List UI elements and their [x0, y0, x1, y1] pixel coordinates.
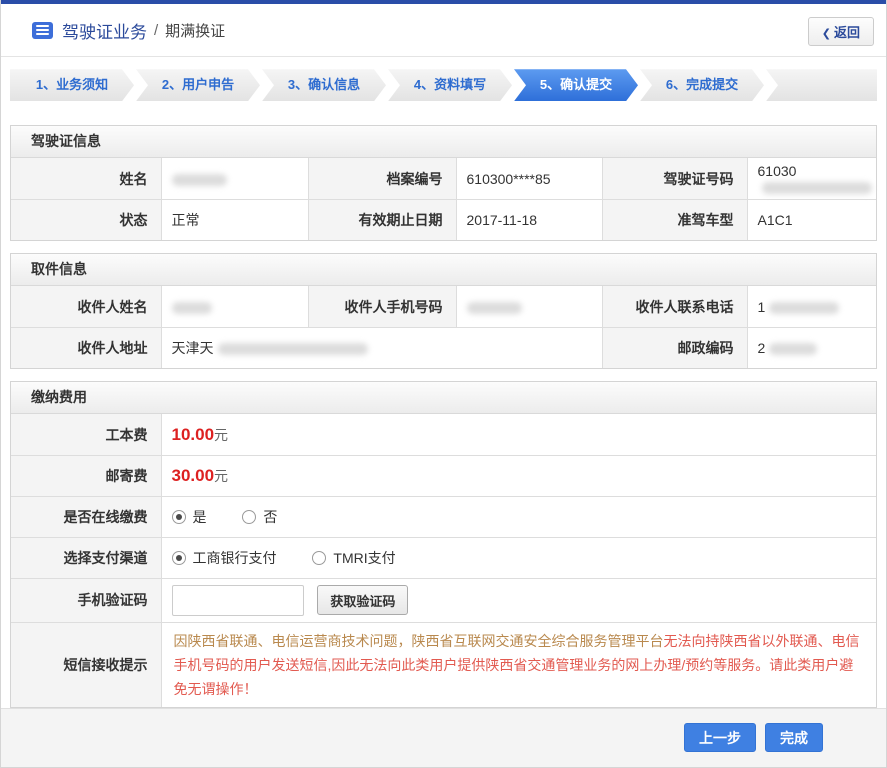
table-row: 工本费 10.00元: [11, 414, 876, 456]
fees-section: 缴纳费用 工本费 10.00元 邮寄费 30.00元 是否在线缴费 是 否 选择…: [10, 381, 877, 708]
table-row: 姓名 档案编号 610300****85 驾驶证号码 61030: [11, 158, 876, 200]
sms-notice-label: 短信接收提示: [11, 621, 161, 707]
recipient-address-label: 收件人地址: [11, 326, 161, 369]
recipient-mobile-value: [455, 286, 602, 328]
vehicle-class-value: A1C1: [746, 198, 876, 241]
table-row: 手机验证码 获取验证码: [11, 577, 876, 623]
radio-selected-icon[interactable]: [171, 550, 186, 565]
valid-until-label: 有效期止日期: [307, 198, 456, 241]
file-no-label: 档案编号: [307, 158, 456, 200]
table-row: 选择支付渠道 工商银行支付 TMRI支付: [11, 536, 876, 579]
production-fee-amount: 10.00: [171, 424, 215, 444]
step-2-user-declaration: 2、用户申告: [136, 69, 260, 101]
pickup-info-section: 取件信息 收件人姓名 收件人手机号码 收件人联系电话 1 收件人地址 天津天 邮…: [10, 253, 877, 370]
table-row: 收件人地址 天津天 邮政编码 2: [11, 326, 876, 369]
pickup-info-section-title: 取件信息: [11, 254, 876, 287]
recipient-phone-value: 1: [746, 286, 876, 328]
radio-unselected-icon[interactable]: [312, 550, 327, 565]
payment-channel-label: 选择支付渠道: [11, 536, 161, 579]
redacted-value: [761, 181, 872, 194]
breadcrumb-current: 期满换证: [165, 22, 226, 40]
valid-until-value: 2017-11-18: [455, 198, 602, 241]
step-6-complete-submit: 6、完成提交: [640, 69, 764, 101]
pickup-info-table: 收件人姓名 收件人手机号码 收件人联系电话 1 收件人地址 天津天 邮政编码 2: [11, 286, 876, 369]
redacted-value: [466, 301, 522, 314]
step-4-fill-data: 4、资料填写: [388, 69, 512, 101]
sms-notice-text-part1: 因陕西省联通、电信运营商技术问题，陕西省互联网交通安全综合服务管理平台: [173, 632, 664, 649]
back-button-label: 返回: [833, 24, 860, 40]
sms-notice-text: 因陕西省联通、电信运营商技术问题，陕西省互联网交通安全综合服务管理平台无法向持陕…: [160, 621, 876, 707]
name-value: [160, 158, 308, 200]
online-payment-options: 是 否: [160, 495, 876, 538]
license-no-value: 61030: [746, 158, 876, 200]
radio-option-yes[interactable]: 是: [171, 509, 207, 525]
license-info-section: 驾驶证信息 姓名 档案编号 610300****85 驾驶证号码 61030 状…: [10, 125, 877, 242]
previous-step-button[interactable]: 上一步: [684, 723, 756, 753]
redacted-value: [171, 301, 212, 314]
table-row: 状态 正常 有效期止日期 2017-11-18 准驾车型 A1C1: [11, 198, 876, 241]
radio-option-no[interactable]: 否: [242, 509, 277, 525]
redacted-value: [769, 301, 840, 314]
sms-code-cell: 获取验证码: [160, 577, 876, 623]
production-fee-unit: 元: [214, 426, 229, 443]
license-no-label: 驾驶证号码: [601, 158, 747, 200]
footer-action-bar: 上一步 完成: [1, 707, 886, 767]
license-info-section-title: 驾驶证信息: [11, 126, 876, 159]
postage-fee-unit: 元: [214, 467, 229, 484]
radio-unselected-icon[interactable]: [242, 509, 257, 524]
recipient-name-value: [160, 286, 308, 328]
step-nav-filler: [766, 69, 877, 102]
postage-fee-value: 30.00元: [160, 454, 876, 497]
table-row: 短信接收提示 因陕西省联通、电信运营商技术问题，陕西省互联网交通安全综合服务管理…: [11, 621, 876, 707]
radio-selected-icon[interactable]: [171, 509, 186, 524]
chevron-left-icon: ❮: [821, 27, 831, 40]
recipient-name-label: 收件人姓名: [11, 286, 161, 328]
page-title: 驾驶证业务: [62, 22, 147, 42]
redacted-value: [171, 173, 227, 186]
list-icon: [32, 21, 53, 39]
redacted-value: [769, 343, 818, 356]
finish-button[interactable]: 完成: [765, 723, 823, 753]
table-row: 是否在线缴费 是 否: [11, 495, 876, 538]
production-fee-label: 工本费: [11, 414, 161, 456]
radio-option-icbc-pay[interactable]: 工商银行支付: [171, 550, 277, 566]
page-header: 驾驶证业务 / 期满换证 ❮ 返回: [1, 3, 886, 58]
back-button[interactable]: ❮ 返回: [807, 16, 874, 46]
step-1-business-notice: 1、业务须知: [10, 69, 134, 101]
sms-code-input[interactable]: [171, 584, 304, 616]
file-no-value: 610300****85: [455, 158, 602, 200]
postage-fee-amount: 30.00: [171, 465, 215, 485]
postal-code-value: 2: [746, 326, 876, 369]
table-row: 邮寄费 30.00元: [11, 454, 876, 497]
license-info-table: 姓名 档案编号 610300****85 驾驶证号码 61030 状态 正常 有…: [11, 158, 876, 241]
postal-code-label: 邮政编码: [601, 326, 747, 369]
redacted-value: [217, 343, 368, 356]
recipient-mobile-label: 收件人手机号码: [307, 286, 456, 328]
payment-channel-options: 工商银行支付 TMRI支付: [160, 536, 876, 579]
license-renewal-page: 驾驶证业务 / 期满换证 ❮ 返回 1、业务须知 2、用户申告 3、确认信息 4、…: [0, 0, 887, 768]
sms-code-label: 手机验证码: [11, 577, 161, 623]
recipient-address-value: 天津天: [160, 326, 602, 369]
postage-fee-label: 邮寄费: [11, 454, 161, 497]
breadcrumb-separator: /: [154, 21, 159, 39]
step-5-confirm-submit-active: 5、确认提交: [514, 69, 638, 101]
step-nav: 1、业务须知 2、用户申告 3、确认信息 4、资料填写 5、确认提交 6、完成提…: [10, 69, 877, 102]
vehicle-class-label: 准驾车型: [601, 198, 747, 241]
production-fee-value: 10.00元: [160, 414, 876, 456]
name-label: 姓名: [11, 158, 161, 200]
recipient-phone-label: 收件人联系电话: [601, 286, 747, 328]
fees-section-title: 缴纳费用: [11, 382, 876, 415]
table-row: 收件人姓名 收件人手机号码 收件人联系电话 1: [11, 286, 876, 328]
radio-option-tmri-pay[interactable]: TMRI支付: [312, 550, 396, 566]
status-label: 状态: [11, 198, 161, 241]
status-value: 正常: [160, 198, 308, 241]
online-payment-label: 是否在线缴费: [11, 495, 161, 538]
get-sms-code-button[interactable]: 获取验证码: [317, 585, 409, 616]
fees-table: 工本费 10.00元 邮寄费 30.00元 是否在线缴费 是 否 选择支付渠道 …: [11, 414, 876, 707]
step-3-confirm-info: 3、确认信息: [262, 69, 386, 101]
